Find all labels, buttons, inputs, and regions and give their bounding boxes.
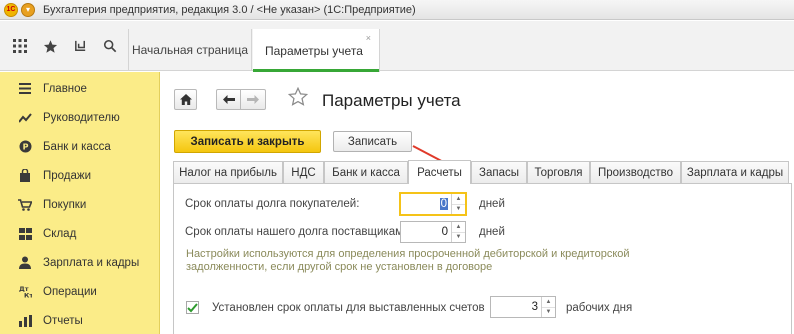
buyers-term-input[interactable]: 0 ▲ ▼ [399,192,467,216]
sidebar-item-purchases[interactable]: Покупки [0,190,160,219]
star-icon[interactable] [41,37,59,55]
tab-settlements[interactable]: Расчеты [408,160,471,184]
tab-vat[interactable]: НДС [283,161,324,183]
warehouse-icon [18,227,32,241]
sidebar-item-reports[interactable]: Отчеты [0,306,160,334]
top-panel: Начальная страница Параметры учета × [0,21,794,72]
sidebar-item-label: Покупки [43,198,87,211]
menu-lines-icon [18,82,32,96]
history-icon[interactable] [71,37,89,55]
sidebar-item-label: Банк и касса [43,140,111,153]
settlements-panel: Срок оплаты долга покупателей: 0 ▲ ▼ дней… [173,183,792,334]
tab-accounting-parameters[interactable]: Параметры учета × [253,29,380,72]
operations-icon: Дт Кт [18,285,32,299]
sidebar-item-label: Склад [43,227,77,240]
tab-label: Параметры учета [265,43,363,58]
tab-home-page[interactable]: Начальная страница [128,29,252,71]
suppliers-term-spinner[interactable]: ▲ ▼ [451,222,465,242]
bag-icon [18,169,32,183]
search-icon[interactable] [101,37,119,55]
close-icon[interactable]: × [366,33,371,43]
cart-icon [18,198,32,212]
tab-inventory[interactable]: Запасы [471,161,527,183]
sidebar-item-label: Главное [43,82,87,95]
invoice-term-unit: рабочих дня [566,302,633,314]
sidebar-item-warehouse[interactable]: Склад [0,219,160,248]
arrow-left-icon [222,95,235,104]
tab-payroll[interactable]: Зарплата и кадры [681,161,789,183]
buyers-term-label: Срок оплаты долга покупателей: [185,198,360,210]
svg-text:Кт: Кт [24,292,32,299]
sidebar-item-operations[interactable]: Дт Кт Операции [0,277,160,306]
home-button[interactable] [174,89,197,110]
page-title: Параметры учета [322,91,461,110]
suppliers-term-label: Срок оплаты нашего долга поставщикам: [185,226,407,238]
home-icon [179,94,192,105]
invoice-term-value: 3 [531,301,538,313]
tab-bank-cash[interactable]: Банк и касса [324,161,408,183]
suppliers-term-unit: дней [479,226,505,238]
save-and-close-button[interactable]: Записать и закрыть [174,130,321,153]
sidebar-item-label: Продажи [43,169,92,182]
coin-icon: Р [18,140,32,154]
main-content: Параметры учета Записать и закрыть Запис… [161,72,794,334]
sidebar-item-label: Операции [43,285,97,298]
person-icon [18,256,32,270]
settings-hint-line-1: Настройки используются для определения п… [186,248,630,260]
sidebar-item-management[interactable]: Руководителю [0,103,160,132]
window-title: Бухгалтерия предприятия, редакция 3.0 / … [43,3,416,16]
invoice-term-checkbox[interactable] [186,301,199,314]
favorite-star-icon[interactable] [287,86,309,112]
sidebar-item-label: Зарплата и кадры [43,256,140,269]
tab-income-tax[interactable]: Налог на прибыль [173,161,283,183]
suppliers-term-value: 0 [441,226,448,238]
app-logo-icon[interactable]: 1С [4,2,18,17]
arrow-right-icon [247,95,259,104]
sidebar-item-label: Отчеты [43,314,83,327]
svg-text:Р: Р [22,143,28,152]
trend-icon [18,111,32,125]
main-menu-icon[interactable]: ▾ [21,2,35,17]
forward-button[interactable] [241,89,266,110]
sidebar-item-payroll[interactable]: Зарплата и кадры [0,248,160,277]
invoice-term-label: Установлен срок оплаты для выставленных … [212,302,485,314]
suppliers-term-input[interactable]: 0 ▲ ▼ [400,221,466,243]
apps-grid-icon[interactable] [11,37,29,55]
window-title-bar: 1С ▾ Бухгалтерия предприятия, редакция 3… [0,0,794,20]
buyers-term-spinner[interactable]: ▲ ▼ [451,194,465,214]
invoice-term-spinner[interactable]: ▲ ▼ [541,297,555,317]
back-button[interactable] [216,89,241,110]
tab-trade[interactable]: Торговля [527,161,590,183]
invoice-term-input[interactable]: 3 ▲ ▼ [490,296,556,318]
sections-sidebar: Главное Руководителю Р Банк и касса Прод… [0,72,160,334]
buyers-term-unit: дней [479,198,505,210]
sidebar-item-main[interactable]: Главное [0,74,160,103]
sidebar-item-bank[interactable]: Р Банк и касса [0,132,160,161]
settings-hint-line-2: задолженности, если другой срок не устан… [186,261,493,273]
save-button[interactable]: Записать [333,131,412,152]
checkmark-icon [187,302,198,312]
chart-icon [18,314,32,328]
tab-production[interactable]: Производство [590,161,681,183]
sidebar-item-sales[interactable]: Продажи [0,161,160,190]
sidebar-item-label: Руководителю [43,111,120,124]
buyers-term-value: 0 [439,198,448,210]
